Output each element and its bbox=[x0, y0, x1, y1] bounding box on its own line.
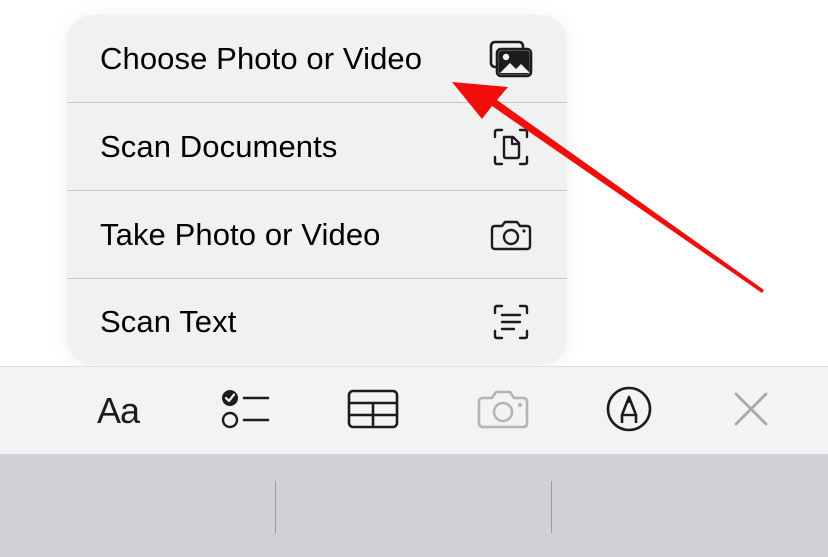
menu-item-label: Take Photo or Video bbox=[100, 216, 381, 252]
camera-button[interactable] bbox=[458, 367, 548, 455]
checklist-icon bbox=[220, 387, 272, 436]
camera-icon bbox=[476, 389, 530, 434]
photo-library-icon bbox=[489, 37, 533, 81]
menu-item-scan-text[interactable]: Scan Text bbox=[67, 278, 567, 365]
notes-toolbar: Aa bbox=[0, 366, 828, 454]
menu-item-take-photo-or-video[interactable]: Take Photo or Video bbox=[67, 190, 567, 278]
scan-document-icon bbox=[489, 125, 533, 169]
menu-item-choose-photo-or-video[interactable]: Choose Photo or Video bbox=[67, 15, 567, 102]
keyboard-suggestion-bar bbox=[0, 454, 828, 557]
scan-text-icon bbox=[489, 300, 533, 344]
suggestion-divider bbox=[551, 481, 552, 533]
markup-pen-icon bbox=[605, 385, 653, 438]
format-button[interactable]: Aa bbox=[73, 367, 163, 455]
markup-button[interactable] bbox=[584, 367, 674, 455]
camera-icon bbox=[489, 213, 533, 257]
menu-item-label: Scan Text bbox=[100, 304, 237, 339]
menu-item-label: Scan Documents bbox=[100, 128, 338, 164]
menu-item-label: Choose Photo or Video bbox=[100, 40, 423, 76]
menu-item-scan-documents[interactable]: Scan Documents bbox=[67, 102, 567, 190]
close-icon bbox=[733, 391, 769, 432]
checklist-button[interactable] bbox=[201, 367, 291, 455]
close-button[interactable] bbox=[706, 367, 796, 455]
table-button[interactable] bbox=[328, 367, 418, 455]
attachment-menu: Choose Photo or Video Scan Documents Tak… bbox=[67, 15, 567, 365]
suggestion-divider bbox=[275, 481, 276, 533]
format-label: Aa bbox=[96, 390, 140, 431]
table-icon bbox=[347, 389, 399, 434]
